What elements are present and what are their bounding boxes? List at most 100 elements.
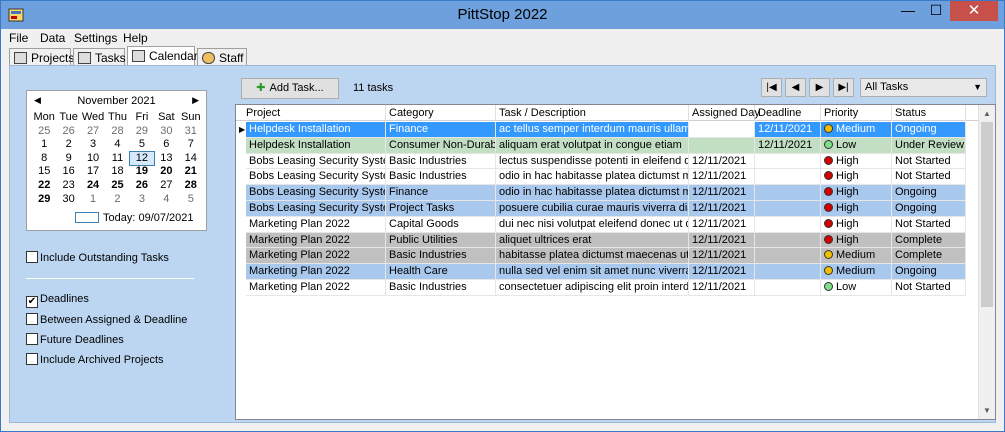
table-row[interactable]: Helpdesk InstallationConsumer Non-Durabl… <box>236 137 966 154</box>
calendar-day[interactable]: 2 <box>105 193 129 207</box>
calendar-day[interactable]: 15 <box>32 165 56 179</box>
month-calendar[interactable]: ◀ November 2021 ▶ Mon Tue Wed Thu Fri Sat Sun 2… <box>26 90 207 231</box>
calendar-day[interactable]: 20 <box>154 165 178 179</box>
table-row[interactable]: Bobs Leasing Security System Basic Indust… <box>236 169 966 186</box>
calendar-day[interactable]: 14 <box>179 152 203 166</box>
table-row[interactable]: Marketing Plan 2022 Health Care nulla sed … <box>236 264 966 280</box>
calendar-day[interactable]: 27 <box>154 179 178 193</box>
calendar-day[interactable]: 8 <box>32 152 56 166</box>
last-record-button[interactable]: ▶| <box>833 78 854 97</box>
table-row[interactable]: Marketing Plan 2022 Capital Goods dui nec … <box>236 216 966 233</box>
calendar-day[interactable]: 3 <box>130 193 154 207</box>
maximize-button[interactable]: ☐ <box>922 1 950 21</box>
calendar-day[interactable]: 4 <box>105 138 129 152</box>
calendar-day[interactable]: 5 <box>130 138 154 152</box>
calendar-day[interactable]: 1 <box>32 138 56 152</box>
column-header-priority[interactable]: Priority <box>821 105 892 121</box>
column-header-deadline[interactable]: Deadline <box>755 105 821 121</box>
scroll-thumb[interactable] <box>981 122 993 307</box>
tab-staff[interactable]: Staff <box>197 48 247 66</box>
calendar-day[interactable]: 18 <box>105 165 129 179</box>
table-row[interactable]: Marketing Plan 2022 Basic Industries habit… <box>236 248 966 265</box>
task-filter-select[interactable]: All Tasks ▼ <box>860 78 987 97</box>
tasks-grid[interactable]: Project Category Task / Description Assigne… <box>235 104 996 420</box>
tab-tasks[interactable]: Tasks <box>73 48 126 66</box>
menu-settings[interactable]: Settings <box>74 31 117 45</box>
cell-project: Marketing Plan 2022 <box>246 216 386 233</box>
add-task-button[interactable]: ✚ Add Task... <box>241 78 339 99</box>
cell-deadline <box>755 185 821 201</box>
calendar-day[interactable]: 29 <box>32 193 56 207</box>
scroll-down-icon[interactable]: ▼ <box>979 402 995 419</box>
menu-help[interactable]: Help <box>123 31 148 45</box>
column-header-task[interactable]: Task / Description <box>496 105 689 121</box>
calendar-day[interactable]: 12 <box>128 150 156 167</box>
calendar-day[interactable]: 17 <box>81 165 105 179</box>
calendar-day[interactable]: 30 <box>154 125 178 139</box>
calendar-day[interactable]: 19 <box>130 165 154 179</box>
calendar-day[interactable]: 11 <box>105 152 129 166</box>
calendar-day[interactable]: 27 <box>81 125 105 139</box>
calendar-day[interactable]: 26 <box>56 125 80 139</box>
next-record-button[interactable]: ▶ <box>809 78 830 97</box>
calendar-day[interactable]: 29 <box>130 125 154 139</box>
close-button[interactable]: ✕ <box>950 1 998 21</box>
menu-file[interactable]: File <box>9 31 28 45</box>
first-record-button[interactable]: |◀ <box>761 78 782 97</box>
deadlines-checkbox[interactable]: ✔ Deadlines <box>26 293 89 308</box>
calendar-day[interactable]: 26 <box>130 179 154 193</box>
tab-calendar[interactable]: Calendar <box>127 46 198 66</box>
next-month-icon[interactable]: ▶ <box>192 95 199 106</box>
table-row[interactable]: Bobs Leasing Security System Project Task… <box>236 201 966 217</box>
scroll-up-icon[interactable]: ▲ <box>979 105 995 122</box>
between-checkbox[interactable]: Between Assigned & Deadline <box>26 313 187 327</box>
include-outstanding-checkbox[interactable]: Include Outstanding Tasks <box>26 251 169 265</box>
calendar-day[interactable]: 1 <box>81 193 105 207</box>
table-row[interactable]: Marketing Plan 2022 Basic Industries conse… <box>236 280 966 296</box>
minimize-button[interactable]: — <box>894 1 922 21</box>
table-row[interactable]: Marketing Plan 2022 Public Utilities aliqu… <box>236 232 966 249</box>
column-header-status[interactable]: Status <box>892 105 966 121</box>
tab-projects[interactable]: Projects <box>9 48 74 66</box>
calendar-day[interactable]: 13 <box>154 152 178 166</box>
calendar-day[interactable]: 6 <box>154 138 178 152</box>
calendar-icon <box>132 50 145 62</box>
prev-record-button[interactable]: ◀ <box>785 78 806 97</box>
calendar-day[interactable]: 5 <box>179 193 203 207</box>
today-label: Today: 09/07/2021 <box>103 212 194 224</box>
cell-status: Not Started <box>892 153 966 170</box>
calendar-day[interactable]: 30 <box>56 193 80 207</box>
calendar-today[interactable]: Today: 09/07/2021 <box>75 212 194 224</box>
table-row[interactable]: ▶ Helpdesk Installation Finance ac tellus s… <box>236 122 966 138</box>
calendar-day[interactable]: 22 <box>32 179 56 193</box>
column-header-category[interactable]: Category <box>386 105 496 121</box>
calendar-day[interactable]: 4 <box>154 193 178 207</box>
vertical-scrollbar[interactable]: ▲ ▼ <box>978 105 995 419</box>
cell-assigned <box>689 137 755 154</box>
column-header-project[interactable]: Project <box>243 105 386 121</box>
calendar-day[interactable]: 23 <box>56 179 80 193</box>
calendar-day[interactable]: 7 <box>179 138 203 152</box>
menu-data[interactable]: Data <box>40 31 65 45</box>
title-bar[interactable]: PittStop 2022 — ☐ ✕ <box>1 1 1004 29</box>
calendar-day[interactable]: 10 <box>81 152 105 166</box>
table-row[interactable]: Bobs Leasing Security System Basic Indust… <box>236 153 966 170</box>
cell-deadline <box>755 169 821 186</box>
calendar-day[interactable]: 24 <box>81 179 105 193</box>
calendar-day[interactable]: 16 <box>56 165 80 179</box>
calendar-day[interactable]: 31 <box>179 125 203 139</box>
include-archived-checkbox[interactable]: Include Archived Projects <box>26 353 164 367</box>
calendar-day[interactable]: 25 <box>32 125 56 139</box>
calendar-day[interactable]: 28 <box>105 125 129 139</box>
calendar-day[interactable]: 25 <box>105 179 129 193</box>
table-row[interactable]: Bobs Leasing Security System Finance odio … <box>236 185 966 201</box>
tasks-icon <box>78 52 91 64</box>
calendar-day[interactable]: 2 <box>56 138 80 152</box>
column-header-assigned[interactable]: Assigned Day <box>689 105 760 121</box>
calendar-day[interactable]: 21 <box>179 165 203 179</box>
calendar-day[interactable]: 28 <box>179 179 203 193</box>
future-deadlines-checkbox[interactable]: Future Deadlines <box>26 333 124 347</box>
cell-status: Ongoing <box>892 201 966 217</box>
calendar-day[interactable]: 3 <box>81 138 105 152</box>
calendar-day[interactable]: 9 <box>56 152 80 166</box>
